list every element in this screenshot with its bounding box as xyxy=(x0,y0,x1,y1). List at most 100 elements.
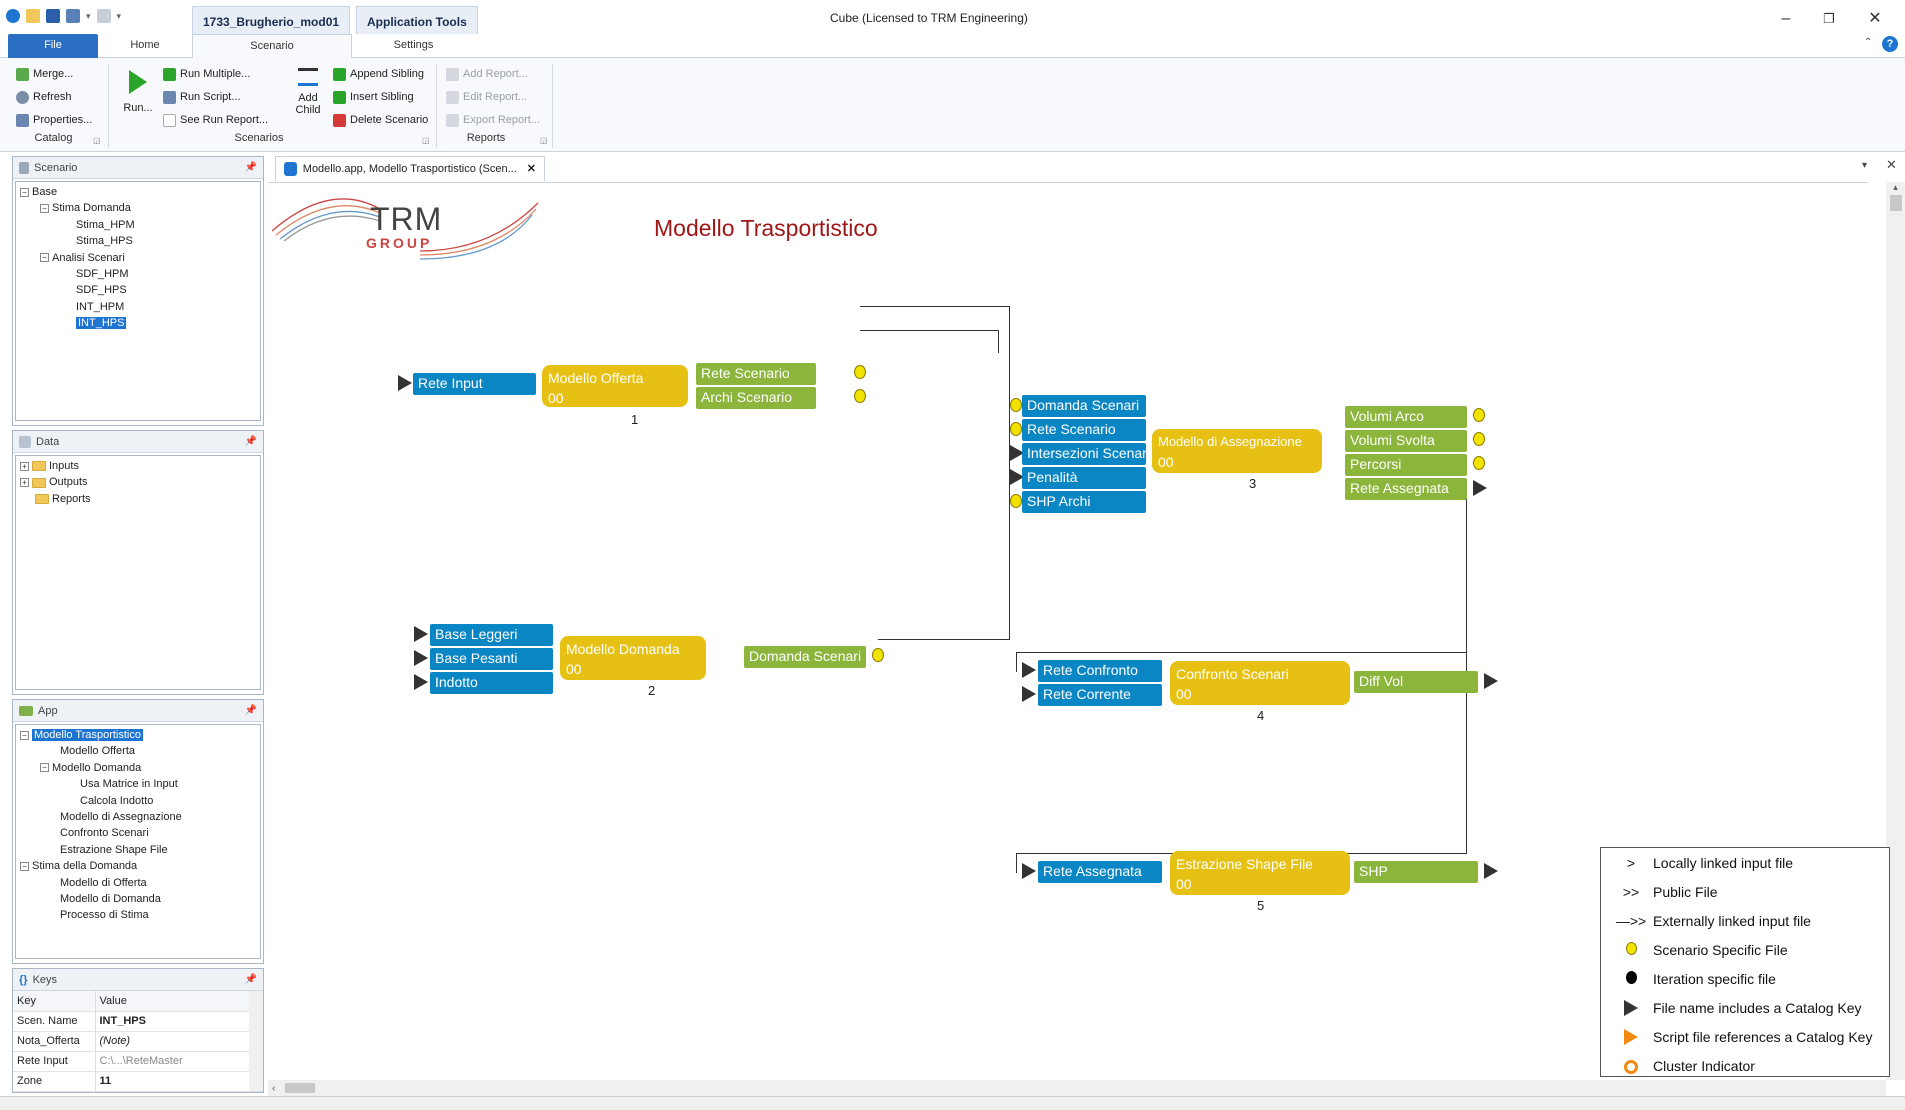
see-run-report-button[interactable]: See Run Report... xyxy=(163,110,268,130)
tree-item-confronto-scenari[interactable]: Confronto Scenari xyxy=(20,825,256,841)
help-icon[interactable]: ? xyxy=(1882,36,1898,52)
input-base-leggeri[interactable]: Base Leggeri xyxy=(430,624,553,646)
export-report-button[interactable]: Export Report... xyxy=(446,110,540,130)
collapse-icon[interactable]: − xyxy=(20,730,29,740)
tree-item-modello-assegnazione[interactable]: Modello di Assegnazione xyxy=(20,809,256,825)
output-volumi-arco[interactable]: Volumi Arco xyxy=(1345,406,1467,428)
tree-item-sdf-hpm[interactable]: SDF_HPM xyxy=(20,266,256,282)
scenarios-dialog-launcher-icon[interactable]: ◲ xyxy=(422,136,430,145)
pin-icon[interactable]: 📌 xyxy=(245,705,257,716)
insert-sibling-button[interactable]: Insert Sibling xyxy=(333,87,414,107)
customize-toolbar-icon[interactable]: ▾ xyxy=(117,11,122,22)
input-rete-assegnata[interactable]: Rete Assegnata xyxy=(1038,861,1162,883)
output-rete-scenario[interactable]: Rete Scenario xyxy=(696,363,816,385)
reports-dialog-launcher-icon[interactable]: ◲ xyxy=(540,136,548,145)
pin-icon[interactable]: 📌 xyxy=(245,974,257,985)
tree-item-modello-domanda[interactable]: − Modello Domanda xyxy=(20,760,256,776)
output-volumi-svolta[interactable]: Volumi Svolta xyxy=(1345,430,1467,452)
run-script-button[interactable]: Run Script... xyxy=(163,87,241,107)
expand-icon[interactable]: + xyxy=(20,461,29,471)
tree-item-modello-di-domanda[interactable]: Modello di Domanda xyxy=(20,891,256,907)
tree-item-modello-di-offerta[interactable]: Modello di Offerta xyxy=(20,875,256,891)
input-rete-corrente[interactable]: Rete Corrente xyxy=(1038,684,1162,706)
cube-app-icon[interactable] xyxy=(6,9,20,23)
output-shp[interactable]: SHP xyxy=(1354,861,1478,883)
tab-list-dropdown-icon[interactable]: ▾ xyxy=(1862,160,1867,171)
output-rete-assegnata[interactable]: Rete Assegnata xyxy=(1345,478,1467,500)
document-tab[interactable]: Modello.app, Modello Trasportistico (Sce… xyxy=(275,156,545,182)
tree-item-int-hps[interactable]: INT_HPS xyxy=(20,315,256,331)
save-all-icon[interactable] xyxy=(66,9,80,23)
input-indotto[interactable]: Indotto xyxy=(430,672,553,694)
output-diff-vol[interactable]: Diff Vol xyxy=(1354,671,1478,693)
input-intersezioni-scenari[interactable]: Intersezioni Scenari xyxy=(1022,443,1146,465)
collapse-icon[interactable]: − xyxy=(20,187,29,197)
delete-scenario-button[interactable]: Delete Scenario xyxy=(333,110,428,130)
tab-scenario[interactable]: Scenario xyxy=(192,34,352,58)
pin-icon[interactable]: 📌 xyxy=(245,162,257,173)
minimize-icon[interactable]: – xyxy=(1771,8,1801,30)
tree-item-stima-hpm[interactable]: Stima_HPM xyxy=(20,217,256,233)
collapse-ribbon-icon[interactable]: ⌃ xyxy=(1864,37,1872,48)
collapse-icon[interactable]: − xyxy=(20,861,29,871)
table-row[interactable]: Zone 11 xyxy=(13,1071,263,1092)
scrollbar-thumb[interactable] xyxy=(284,1082,315,1093)
save-icon[interactable] xyxy=(46,9,60,23)
node-modello-offerta[interactable]: Modello Offerta 00 xyxy=(542,365,688,407)
add-report-button[interactable]: Add Report... xyxy=(446,64,528,84)
expand-icon[interactable]: + xyxy=(20,478,29,487)
close-tab-icon[interactable]: ✕ xyxy=(527,162,536,175)
open-icon[interactable] xyxy=(26,9,40,23)
tab-home[interactable]: Home xyxy=(110,34,180,58)
edit-report-button[interactable]: Edit Report... xyxy=(446,87,527,107)
tree-item-stima-domanda[interactable]: − Stima Domanda xyxy=(20,200,256,216)
input-rete-input[interactable]: Rete Input xyxy=(413,373,536,395)
scroll-up-icon[interactable]: ▴ xyxy=(1886,182,1905,193)
collapse-icon[interactable]: − xyxy=(40,253,49,263)
tree-item-modello-offerta[interactable]: Modello Offerta xyxy=(20,743,256,759)
tab-file[interactable]: File xyxy=(8,34,98,58)
node-modello-domanda[interactable]: Modello Domanda 00 xyxy=(560,636,706,680)
tree-item-int-hpm[interactable]: INT_HPM xyxy=(20,299,256,315)
table-row[interactable]: Scen. Name INT_HPS xyxy=(13,1011,263,1032)
scrollbar-thumb[interactable] xyxy=(1889,195,1902,211)
tree-item-outputs[interactable]: + Outputs xyxy=(20,474,256,490)
close-document-icon[interactable]: ✕ xyxy=(1886,157,1897,173)
print-icon[interactable] xyxy=(96,9,111,23)
dropdown-arrow-icon[interactable]: ▾ xyxy=(86,11,91,22)
pin-icon[interactable]: 📌 xyxy=(245,436,257,447)
input-domanda-scenari[interactable]: Domanda Scenari xyxy=(1022,395,1146,417)
canvas-horizontal-scrollbar[interactable]: ‹ xyxy=(268,1080,1886,1096)
catalog-dialog-launcher-icon[interactable]: ◲ xyxy=(93,136,101,145)
scroll-left-icon[interactable]: ‹ xyxy=(272,1083,275,1094)
table-row[interactable]: Nota_Offerta (Note) xyxy=(13,1031,263,1052)
run-button[interactable]: Run... xyxy=(118,70,158,130)
tree-item-usa-matrice[interactable]: Usa Matrice in Input xyxy=(20,776,256,792)
tree-item-estrazione-shape[interactable]: Estrazione Shape File xyxy=(20,842,256,858)
table-row[interactable]: Rete Input C:\...\ReteMaster xyxy=(13,1051,263,1072)
output-archi-scenario[interactable]: Archi Scenario xyxy=(696,387,816,409)
properties-button[interactable]: Properties... xyxy=(16,110,92,130)
tree-item-stima-della-domanda[interactable]: − Stima della Domanda xyxy=(20,858,256,874)
append-sibling-button[interactable]: Append Sibling xyxy=(333,64,424,84)
run-multiple-button[interactable]: Run Multiple... xyxy=(163,64,250,84)
input-rete-scenario[interactable]: Rete Scenario xyxy=(1022,419,1146,441)
keys-scrollbar[interactable] xyxy=(249,991,263,1091)
tree-item-modello-trasportistico[interactable]: − Modello Trasportistico xyxy=(20,727,256,743)
output-percorsi[interactable]: Percorsi xyxy=(1345,454,1467,476)
node-modello-assegnazione[interactable]: Modello di Assegnazione 00 xyxy=(1152,429,1322,473)
input-penalita[interactable]: Penalità xyxy=(1022,467,1146,489)
close-icon[interactable]: ✕ xyxy=(1860,8,1890,30)
collapse-icon[interactable]: − xyxy=(40,763,49,773)
add-child-button[interactable]: Add Child xyxy=(290,68,326,116)
input-base-pesanti[interactable]: Base Pesanti xyxy=(430,648,553,670)
node-confronto-scenari[interactable]: Confronto Scenari 00 xyxy=(1170,661,1350,705)
collapse-icon[interactable]: − xyxy=(40,204,49,213)
tree-item-reports[interactable]: Reports xyxy=(20,491,256,507)
tree-item-stima-hps[interactable]: Stima_HPS xyxy=(20,233,256,249)
node-estrazione-shape-file[interactable]: Estrazione Shape File 00 xyxy=(1170,851,1350,895)
tree-item-inputs[interactable]: + Inputs xyxy=(20,458,256,474)
output-domanda-scenari[interactable]: Domanda Scenari xyxy=(744,646,866,668)
tree-item-sdf-hps[interactable]: SDF_HPS xyxy=(20,282,256,298)
input-shp-archi[interactable]: SHP Archi xyxy=(1022,491,1146,513)
